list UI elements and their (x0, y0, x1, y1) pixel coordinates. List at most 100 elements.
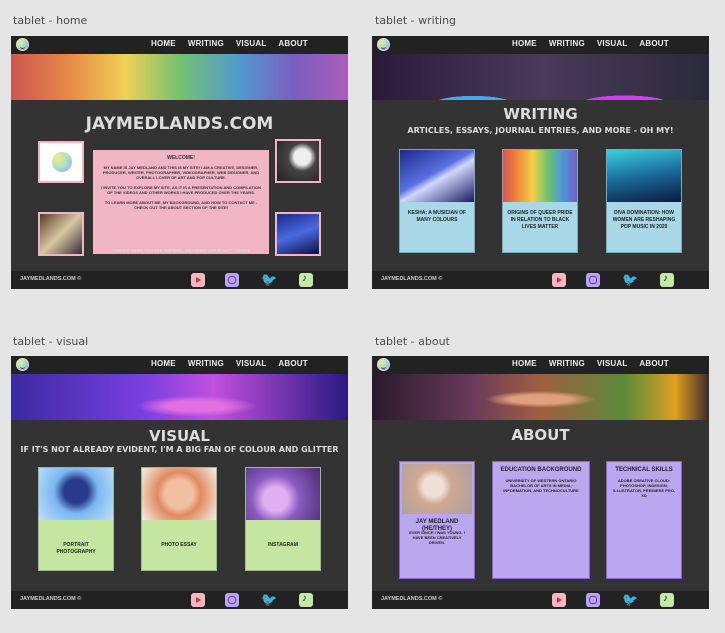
article-card-1[interactable]: KESHA: A MUSICIAN OF MANY COLOURS (399, 149, 475, 253)
footer: JAYMEDLANDS.COM © 🐦 (372, 271, 709, 289)
frame-label-visual: tablet - visual (13, 335, 89, 348)
smiley-logo-image (38, 141, 84, 183)
education-heading: EDUCATION BACKGROUND (500, 467, 582, 473)
hero-rainbow-image (11, 54, 348, 100)
instagram-icon[interactable] (586, 593, 600, 607)
footer: JAYMEDLANDS.COM © 🐦 (11, 271, 348, 289)
nav-writing[interactable]: WRITING (188, 359, 224, 368)
twitter-icon[interactable]: 🐦 (622, 593, 638, 607)
concert-photo-2 (275, 212, 321, 256)
instagram-icon[interactable] (586, 273, 600, 287)
footer-copyright: JAYMEDLANDS.COM © (20, 276, 82, 282)
footer-copyright: JAYMEDLANDS.COM © (381, 276, 443, 282)
profile-tagline: EVER SINCE I WAS YOUNG, I HAVE BEEN CREA… (409, 530, 465, 545)
tiktok-icon[interactable] (660, 273, 674, 287)
hero-glitter-face-image (372, 374, 709, 420)
tiktok-icon[interactable] (299, 593, 313, 607)
youtube-icon[interactable] (191, 593, 205, 607)
twitter-icon[interactable]: 🐦 (261, 273, 277, 287)
visual-card-1[interactable]: PORTRAIT PHOTOGRAPHY (38, 467, 114, 571)
nav-visual[interactable]: VISUAL (597, 359, 628, 368)
navbar: HOME WRITING VISUAL ABOUT (11, 356, 348, 374)
nav-writing[interactable]: WRITING (549, 39, 585, 48)
logo-icon[interactable] (16, 38, 29, 51)
instagram-icon[interactable] (225, 593, 239, 607)
nav-home[interactable]: HOME (151, 359, 176, 368)
frame-writing: HOME WRITING VISUAL ABOUT WRITING ARTICL… (372, 36, 709, 289)
youtube-icon[interactable] (191, 273, 205, 287)
page-title: WRITING (503, 105, 578, 123)
page-subtitle: ARTICLES, ESSAYS, JOURNAL ENTRIES, AND M… (407, 126, 674, 135)
welcome-heading: WELCOME! (167, 155, 195, 161)
youtube-icon[interactable] (552, 273, 566, 287)
article-image (400, 150, 474, 202)
article-card-2[interactable]: ORIGINS OF QUEER PRIDE IN RELATION TO BL… (502, 149, 578, 253)
article-card-3[interactable]: DIVA DOMINATION: HOW WOMEN ARE RESHAPING… (606, 149, 682, 253)
navbar: HOME WRITING VISUAL ABOUT (372, 36, 709, 54)
visual-card-title: INSTAGRAM (268, 542, 298, 548)
education-card: EDUCATION BACKGROUND UNIVERSITY OF WESTE… (492, 461, 590, 579)
quote: "CREATE WHEN YOU ARE INSPIRED, AND WHEN … (111, 248, 251, 253)
nav-visual[interactable]: VISUAL (236, 359, 267, 368)
nav-about[interactable]: ABOUT (278, 39, 307, 48)
footer-copyright: JAYMEDLANDS.COM © (20, 596, 82, 602)
visual-card-title: PHOTO ESSAY (161, 542, 197, 548)
nav-home[interactable]: HOME (512, 39, 537, 48)
education-text: UNIVERSITY OF WESTERN ONTARIO BACHELOR O… (503, 478, 579, 493)
logo-icon[interactable] (377, 358, 390, 371)
visual-card-image (246, 468, 320, 520)
moon-photo (275, 139, 321, 183)
tiktok-icon[interactable] (660, 593, 674, 607)
profile-card: JAY MEDLAND (HE/THEY) EVER SINCE I WAS Y… (399, 461, 475, 579)
hero-balloons-image (372, 54, 709, 100)
article-image (503, 150, 577, 202)
bio-paragraph-3: TO LEARN MORE ABOUT ME, MY BACKGROUND, A… (104, 200, 258, 210)
youtube-icon[interactable] (552, 593, 566, 607)
visual-card-image (39, 468, 113, 520)
nav-writing[interactable]: WRITING (549, 359, 585, 368)
nav-home[interactable]: HOME (512, 359, 537, 368)
footer-copyright: JAYMEDLANDS.COM © (381, 596, 443, 602)
visual-card-title: PORTRAIT PHOTOGRAPHY (56, 542, 96, 555)
concert-photo-1 (38, 212, 84, 256)
nav-visual[interactable]: VISUAL (236, 39, 267, 48)
article-image (607, 150, 681, 202)
welcome-panel: WELCOME! MY NAME IS JAY MEDLAND AND THIS… (93, 150, 269, 254)
frame-home: HOME WRITING VISUAL ABOUT JAYMEDLANDS.CO… (11, 36, 348, 289)
navbar: HOME WRITING VISUAL ABOUT (372, 356, 709, 374)
instagram-icon[interactable] (225, 273, 239, 287)
page-subtitle: IF IT'S NOT ALREADY EVIDENT, I'M A BIG F… (20, 445, 339, 454)
nav-writing[interactable]: WRITING (188, 39, 224, 48)
frame-label-writing: tablet - writing (375, 14, 457, 27)
visual-card-image (142, 468, 216, 520)
skills-heading: TECHNICAL SKILLS (615, 467, 673, 473)
tiktok-icon[interactable] (299, 273, 313, 287)
bio-paragraph-1: MY NAME IS JAY MEDLAND AND THIS IS MY SI… (102, 165, 260, 180)
visual-card-2[interactable]: PHOTO ESSAY (141, 467, 217, 571)
page-title: ABOUT (511, 426, 570, 444)
article-title: ORIGINS OF QUEER PRIDE IN RELATION TO BL… (507, 210, 573, 230)
twitter-icon[interactable]: 🐦 (622, 273, 638, 287)
nav-about[interactable]: ABOUT (278, 359, 307, 368)
nav-about[interactable]: ABOUT (639, 359, 668, 368)
skills-card: TECHNICAL SKILLS ADOBE CREATIVE CLOUD: P… (606, 461, 682, 579)
frame-about: HOME WRITING VISUAL ABOUT ABOUT JAY MEDL… (372, 356, 709, 609)
frame-label-home: tablet - home (13, 14, 88, 27)
nav-home[interactable]: HOME (151, 39, 176, 48)
visual-card-3[interactable]: INSTAGRAM (245, 467, 321, 571)
logo-icon[interactable] (16, 358, 29, 371)
navbar: HOME WRITING VISUAL ABOUT (11, 36, 348, 54)
footer: JAYMEDLANDS.COM © 🐦 (372, 591, 709, 609)
nav-about[interactable]: ABOUT (639, 39, 668, 48)
article-title: DIVA DOMINATION: HOW WOMEN ARE RESHAPING… (612, 210, 676, 230)
bio-paragraph-2: I INVITE YOU TO EXPLORE MY SITE, AS IT I… (101, 185, 261, 195)
skills-text: ADOBE CREATIVE CLOUD: PHOTOSHOP, INDESIG… (613, 478, 675, 498)
nav-visual[interactable]: VISUAL (597, 39, 628, 48)
site-title: JAYMEDLANDS.COM (85, 114, 274, 134)
twitter-icon[interactable]: 🐦 (261, 593, 277, 607)
frame-label-about: tablet - about (375, 335, 450, 348)
hero-purple-portrait-image (11, 374, 348, 420)
frame-visual: HOME WRITING VISUAL ABOUT VISUAL IF IT'S… (11, 356, 348, 609)
logo-icon[interactable] (377, 38, 390, 51)
article-title: KESHA: A MUSICIAN OF MANY COLOURS (407, 210, 467, 223)
